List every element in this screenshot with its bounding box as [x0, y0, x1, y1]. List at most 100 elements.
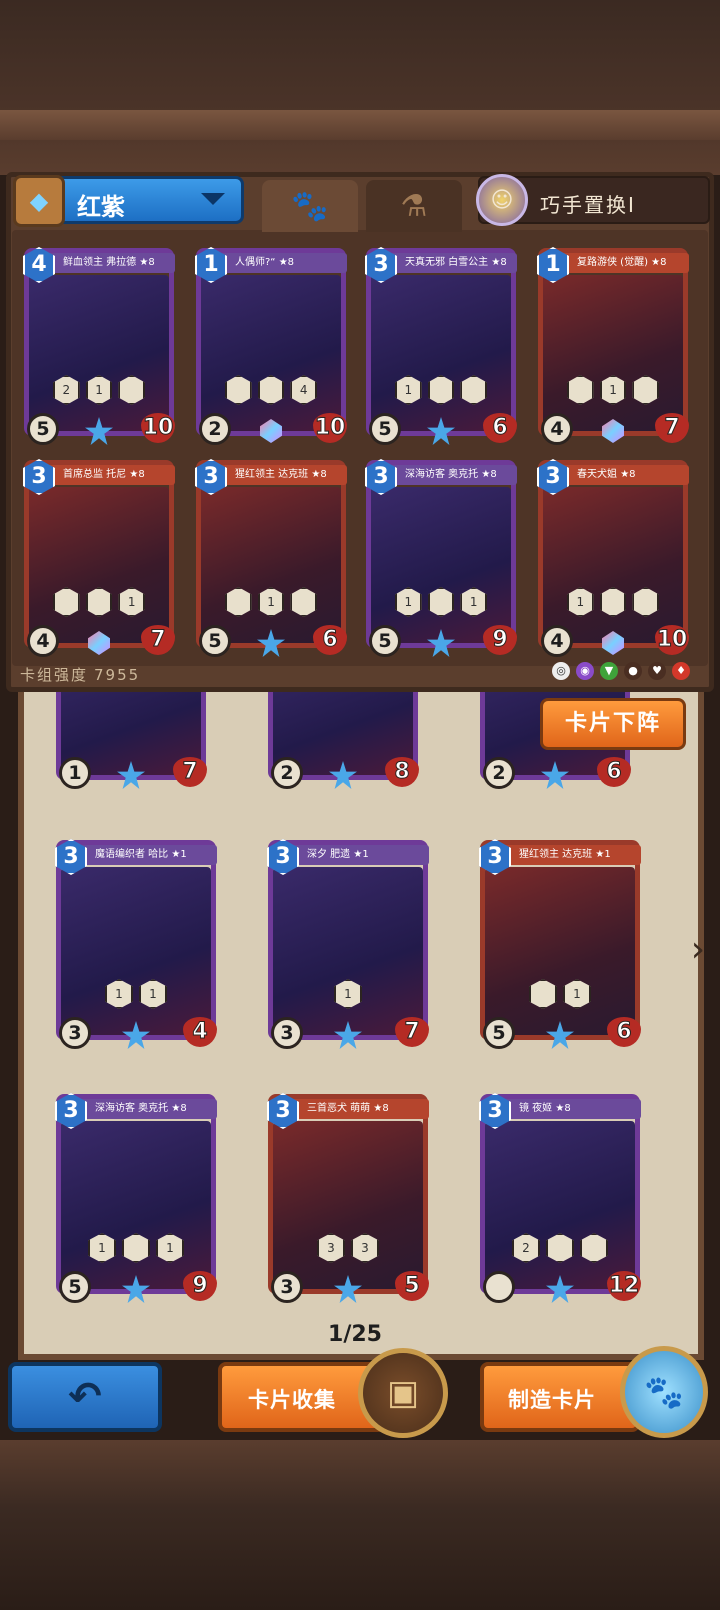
card-name-text: 复路游侠 (觉醒)	[577, 257, 648, 268]
neutral-faction-icon[interactable]: ◎	[552, 662, 570, 680]
card-health: 12	[607, 1271, 641, 1301]
card-name-text: 春天犬姐	[577, 469, 617, 480]
skill-icon: 3	[317, 1233, 345, 1263]
card-art	[371, 275, 511, 431]
card-stars: ★1	[595, 849, 611, 860]
skill-icon: 1	[334, 979, 362, 1009]
card-stars: ★8	[491, 257, 507, 268]
card-name-text: 天真无邪 白雪公主	[405, 257, 489, 268]
skill-icon	[85, 587, 113, 617]
back-button[interactable]: ↶	[8, 1362, 162, 1432]
card-stars: ★8	[139, 257, 155, 268]
card[interactable]: 猩红领主 达克班 ★1 3 5 6 1	[479, 839, 641, 1049]
card-name: 春天犬姐 ★8	[553, 465, 689, 485]
paw-jar-icon: 🐾	[644, 1373, 684, 1411]
card-name: 镜 夜姬 ★8	[495, 1099, 641, 1119]
next-page-arrow-icon[interactable]: ›	[684, 928, 712, 972]
card[interactable]: 天真无邪 白雪公主 ★8 3 5 6 1	[365, 247, 517, 445]
card[interactable]: 魔语编织者 哈比 ★1 3 3 4 1 1	[55, 839, 217, 1049]
card-name-text: 镜 夜姬	[519, 1103, 553, 1114]
skill-icon	[427, 587, 455, 617]
potion-flask-icon: ⚗	[400, 188, 428, 224]
skill-icon	[118, 375, 146, 405]
card-stars: ★8	[555, 1103, 571, 1114]
card-name: 鲜血领主 弗拉德 ★8	[39, 253, 175, 273]
card[interactable]: 人偶师?“ ★8 1 2 10 4	[195, 247, 347, 445]
card-art	[543, 275, 683, 431]
craft-card-button[interactable]: 制造卡片	[480, 1362, 640, 1432]
card-stars: ★8	[278, 257, 295, 268]
skill-icon	[567, 375, 594, 405]
card-attack: 5	[199, 625, 231, 657]
unequip-card-button[interactable]: 卡片下阵	[540, 698, 686, 750]
card-skills: 33	[297, 1233, 399, 1263]
card-swap-label: 巧手置换I	[540, 193, 636, 217]
card-name-text: 猩红领主 达克班	[519, 849, 593, 860]
skill-icon: 1	[85, 375, 113, 405]
card-collection-icon[interactable]: ▣	[358, 1348, 448, 1438]
card[interactable]: 鲜血领主 弗拉德 ★8 4 5 10 2 1	[23, 247, 175, 445]
card-attack: 5	[27, 413, 59, 445]
card[interactable]: 深海访客 奥克托 ★8 3 5 9 1 1	[365, 459, 517, 657]
tab-spells[interactable]: ⚗	[366, 180, 462, 232]
skill-icon: 2	[512, 1233, 540, 1263]
deck-power: 卡组强度 7955	[20, 664, 140, 685]
card-name-text: 深夕 肥遗	[307, 849, 351, 860]
card-art	[201, 487, 341, 643]
skill-icon: 4	[290, 375, 318, 405]
deck-book-icon: ◆	[13, 175, 65, 227]
card-name: 猩红领主 达克班 ★1	[495, 845, 641, 865]
card-stars: ★8	[129, 469, 145, 480]
beast-faction-icon[interactable]: ♥	[648, 662, 666, 680]
card-collection-label: 卡片收集	[248, 1388, 336, 1412]
green-faction-icon[interactable]: ▼	[600, 662, 618, 680]
card[interactable]: 深海访客 奥克托 ★8 3 5 9 1 1	[55, 1093, 217, 1303]
skill-icon: 1	[395, 587, 422, 617]
card-swap-button[interactable]: ☺ 巧手置换I	[476, 174, 710, 226]
deck-selector[interactable]: ◆ 红紫	[13, 175, 244, 227]
card-stars: ★8	[620, 469, 636, 480]
card-stars: ★8	[651, 257, 667, 268]
skill-icon: 1	[88, 1233, 116, 1263]
card[interactable]: 深夕 肥遗 ★1 3 3 7 1	[267, 839, 429, 1049]
card-attack: 5	[369, 413, 401, 445]
card[interactable]: 春天犬姐 ★8 3 4 10 1	[537, 459, 689, 657]
card[interactable]: 镜 夜姬 ★8 3 12 2	[479, 1093, 641, 1303]
chevron-down-icon	[201, 193, 225, 205]
skill-icon	[427, 375, 455, 405]
card-art	[543, 487, 683, 643]
card-art	[273, 1121, 423, 1289]
card-skills: 1	[509, 979, 611, 1009]
card-skills: 1	[395, 375, 488, 405]
card[interactable]: 复路游侠 (觉醒) ★8 1 4 7 1	[537, 247, 689, 445]
card-name: 深海访客 奥克托 ★8	[71, 1099, 217, 1119]
card[interactable]: 猩红领主 达克班 ★8 3 5 6 1	[195, 459, 347, 657]
card-name-text: 人偶师?“	[235, 257, 276, 268]
card-skills: 11	[85, 1233, 187, 1263]
card-name-text: 鲜血领主 弗拉德	[63, 257, 137, 268]
card-art	[485, 867, 635, 1035]
dark-faction-icon[interactable]: ●	[624, 662, 642, 680]
card-book-icon: ▣	[386, 1373, 420, 1413]
card-stars: ★1	[353, 849, 369, 860]
purple-faction-icon[interactable]: ◉	[576, 662, 594, 680]
fire-faction-icon[interactable]: ♦	[672, 662, 690, 680]
card-name: 人偶师?“ ★8	[211, 253, 347, 273]
card[interactable]: 三首恶犬 萌萌 ★8 3 3 5 3 3	[267, 1093, 429, 1303]
skill-icon	[580, 1233, 608, 1263]
skill-icon: 1	[105, 979, 133, 1009]
craft-card-icon[interactable]: 🐾	[620, 1346, 708, 1438]
card-art	[61, 867, 211, 1035]
card-name: 首席总监 托尼 ★8	[39, 465, 175, 485]
skill-icon	[546, 1233, 574, 1263]
tab-units[interactable]: 🐾	[262, 180, 358, 232]
skill-icon: 1	[563, 979, 591, 1009]
skill-icon: 1	[460, 587, 488, 617]
deck-power-label: 卡组强度	[20, 666, 89, 684]
card-name-text: 深海访客 奥克托	[405, 469, 479, 480]
card-art	[29, 487, 169, 643]
card-stars: ★8	[311, 469, 327, 480]
card-name-text: 猩红领主 达克班	[235, 469, 309, 480]
card-stars: ★8	[171, 1103, 187, 1114]
card[interactable]: 首席总监 托尼 ★8 3 4 7 1	[23, 459, 175, 657]
